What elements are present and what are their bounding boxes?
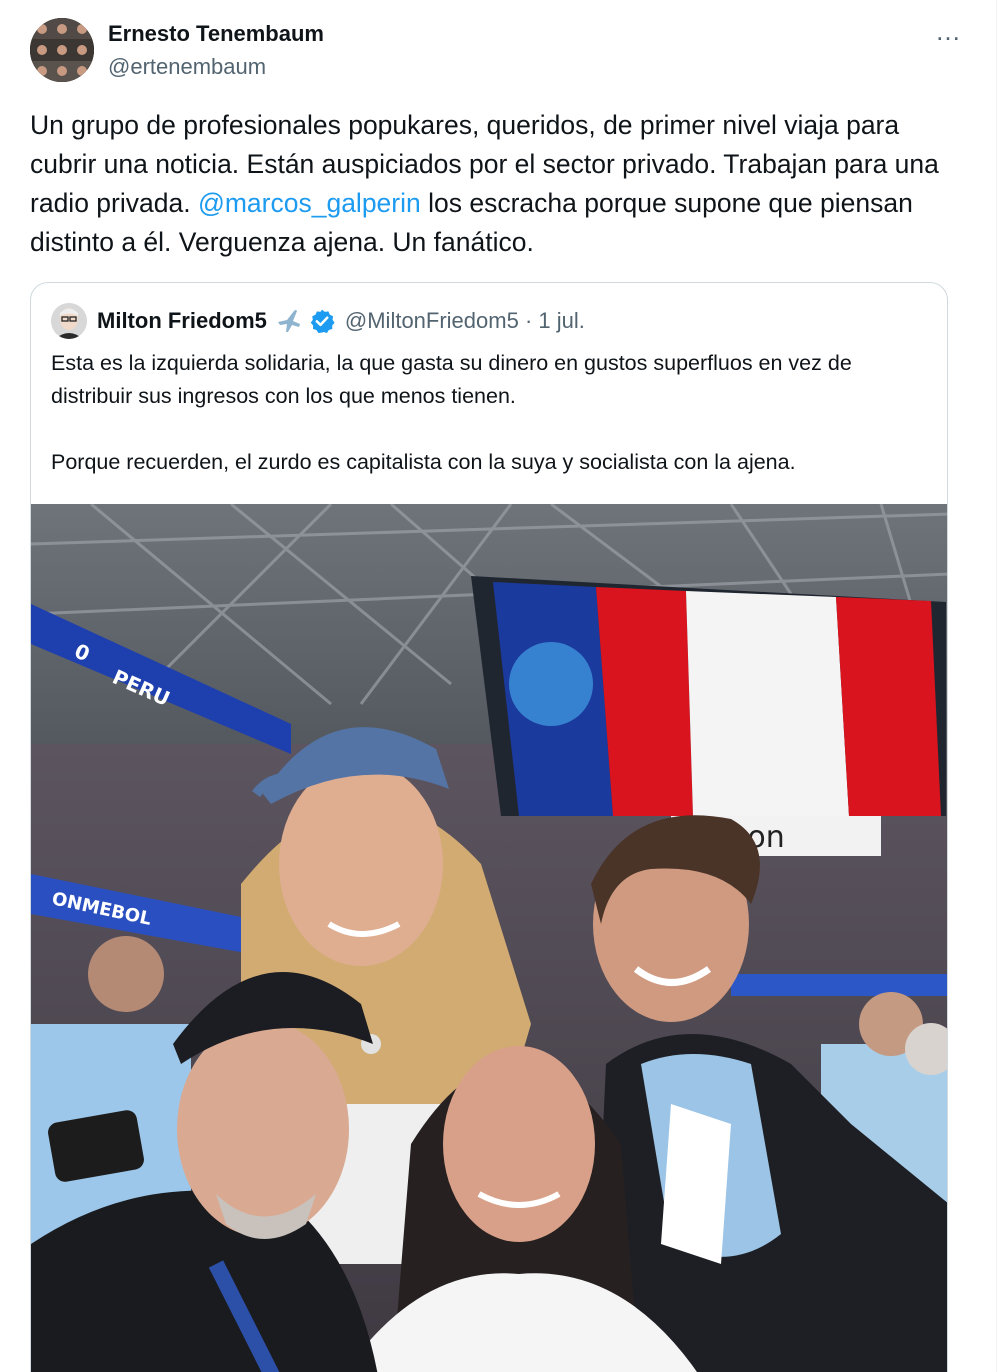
- quoted-paragraph-1: Esta es la izquierda solidaria, la que g…: [51, 351, 852, 408]
- tweet-text: Un grupo de profesionales popukares, que…: [30, 106, 960, 262]
- author-name[interactable]: Ernesto Tenembaum: [108, 20, 324, 48]
- airplane-emoji-icon: [277, 310, 300, 332]
- mention-link[interactable]: @marcos_galperin: [198, 188, 421, 218]
- quoted-paragraph-2: Porque recuerden, el zurdo es capitalist…: [51, 450, 796, 474]
- peru-flag-red-left: [596, 587, 693, 816]
- quoted-tweet-header: Milton Friedom5 @MiltonFriedom5 · 1 jul.: [51, 303, 585, 339]
- author-avatar[interactable]: [30, 18, 94, 82]
- author-handle[interactable]: @ertenembaum: [108, 52, 324, 82]
- peru-flag-white: [686, 591, 849, 816]
- peru-flag-red-right: [836, 597, 941, 816]
- avatar-photo: [30, 18, 94, 82]
- copa-logo: [509, 642, 593, 726]
- quoted-author-handle[interactable]: @MiltonFriedom5: [345, 308, 519, 333]
- quoted-meta: @MiltonFriedom5 · 1 jul.: [345, 308, 585, 334]
- stadium-photo-illustration: PERU 0 rizon ONMEBOL: [31, 504, 947, 1372]
- quoted-avatar-photo: [51, 303, 87, 339]
- tweet-page: Ernesto Tenembaum @ertenembaum … Un grup…: [0, 0, 997, 1372]
- verified-badge-icon: [310, 309, 335, 334]
- stadium-photo[interactable]: PERU 0 rizon ONMEBOL: [31, 504, 947, 1372]
- quoted-author-name[interactable]: Milton Friedom5: [97, 308, 267, 334]
- quoted-tweet[interactable]: Milton Friedom5 @MiltonFriedom5 · 1 jul.…: [30, 282, 948, 1372]
- right-banner: [731, 974, 947, 996]
- author-block: Ernesto Tenembaum @ertenembaum: [108, 20, 324, 82]
- quoted-tweet-text: Esta es la izquierda solidaria, la que g…: [51, 347, 931, 479]
- meta-separator: ·: [524, 308, 533, 333]
- quoted-author-avatar[interactable]: [51, 303, 87, 339]
- more-options-icon[interactable]: …: [930, 18, 966, 48]
- quoted-date[interactable]: 1 jul.: [538, 308, 584, 333]
